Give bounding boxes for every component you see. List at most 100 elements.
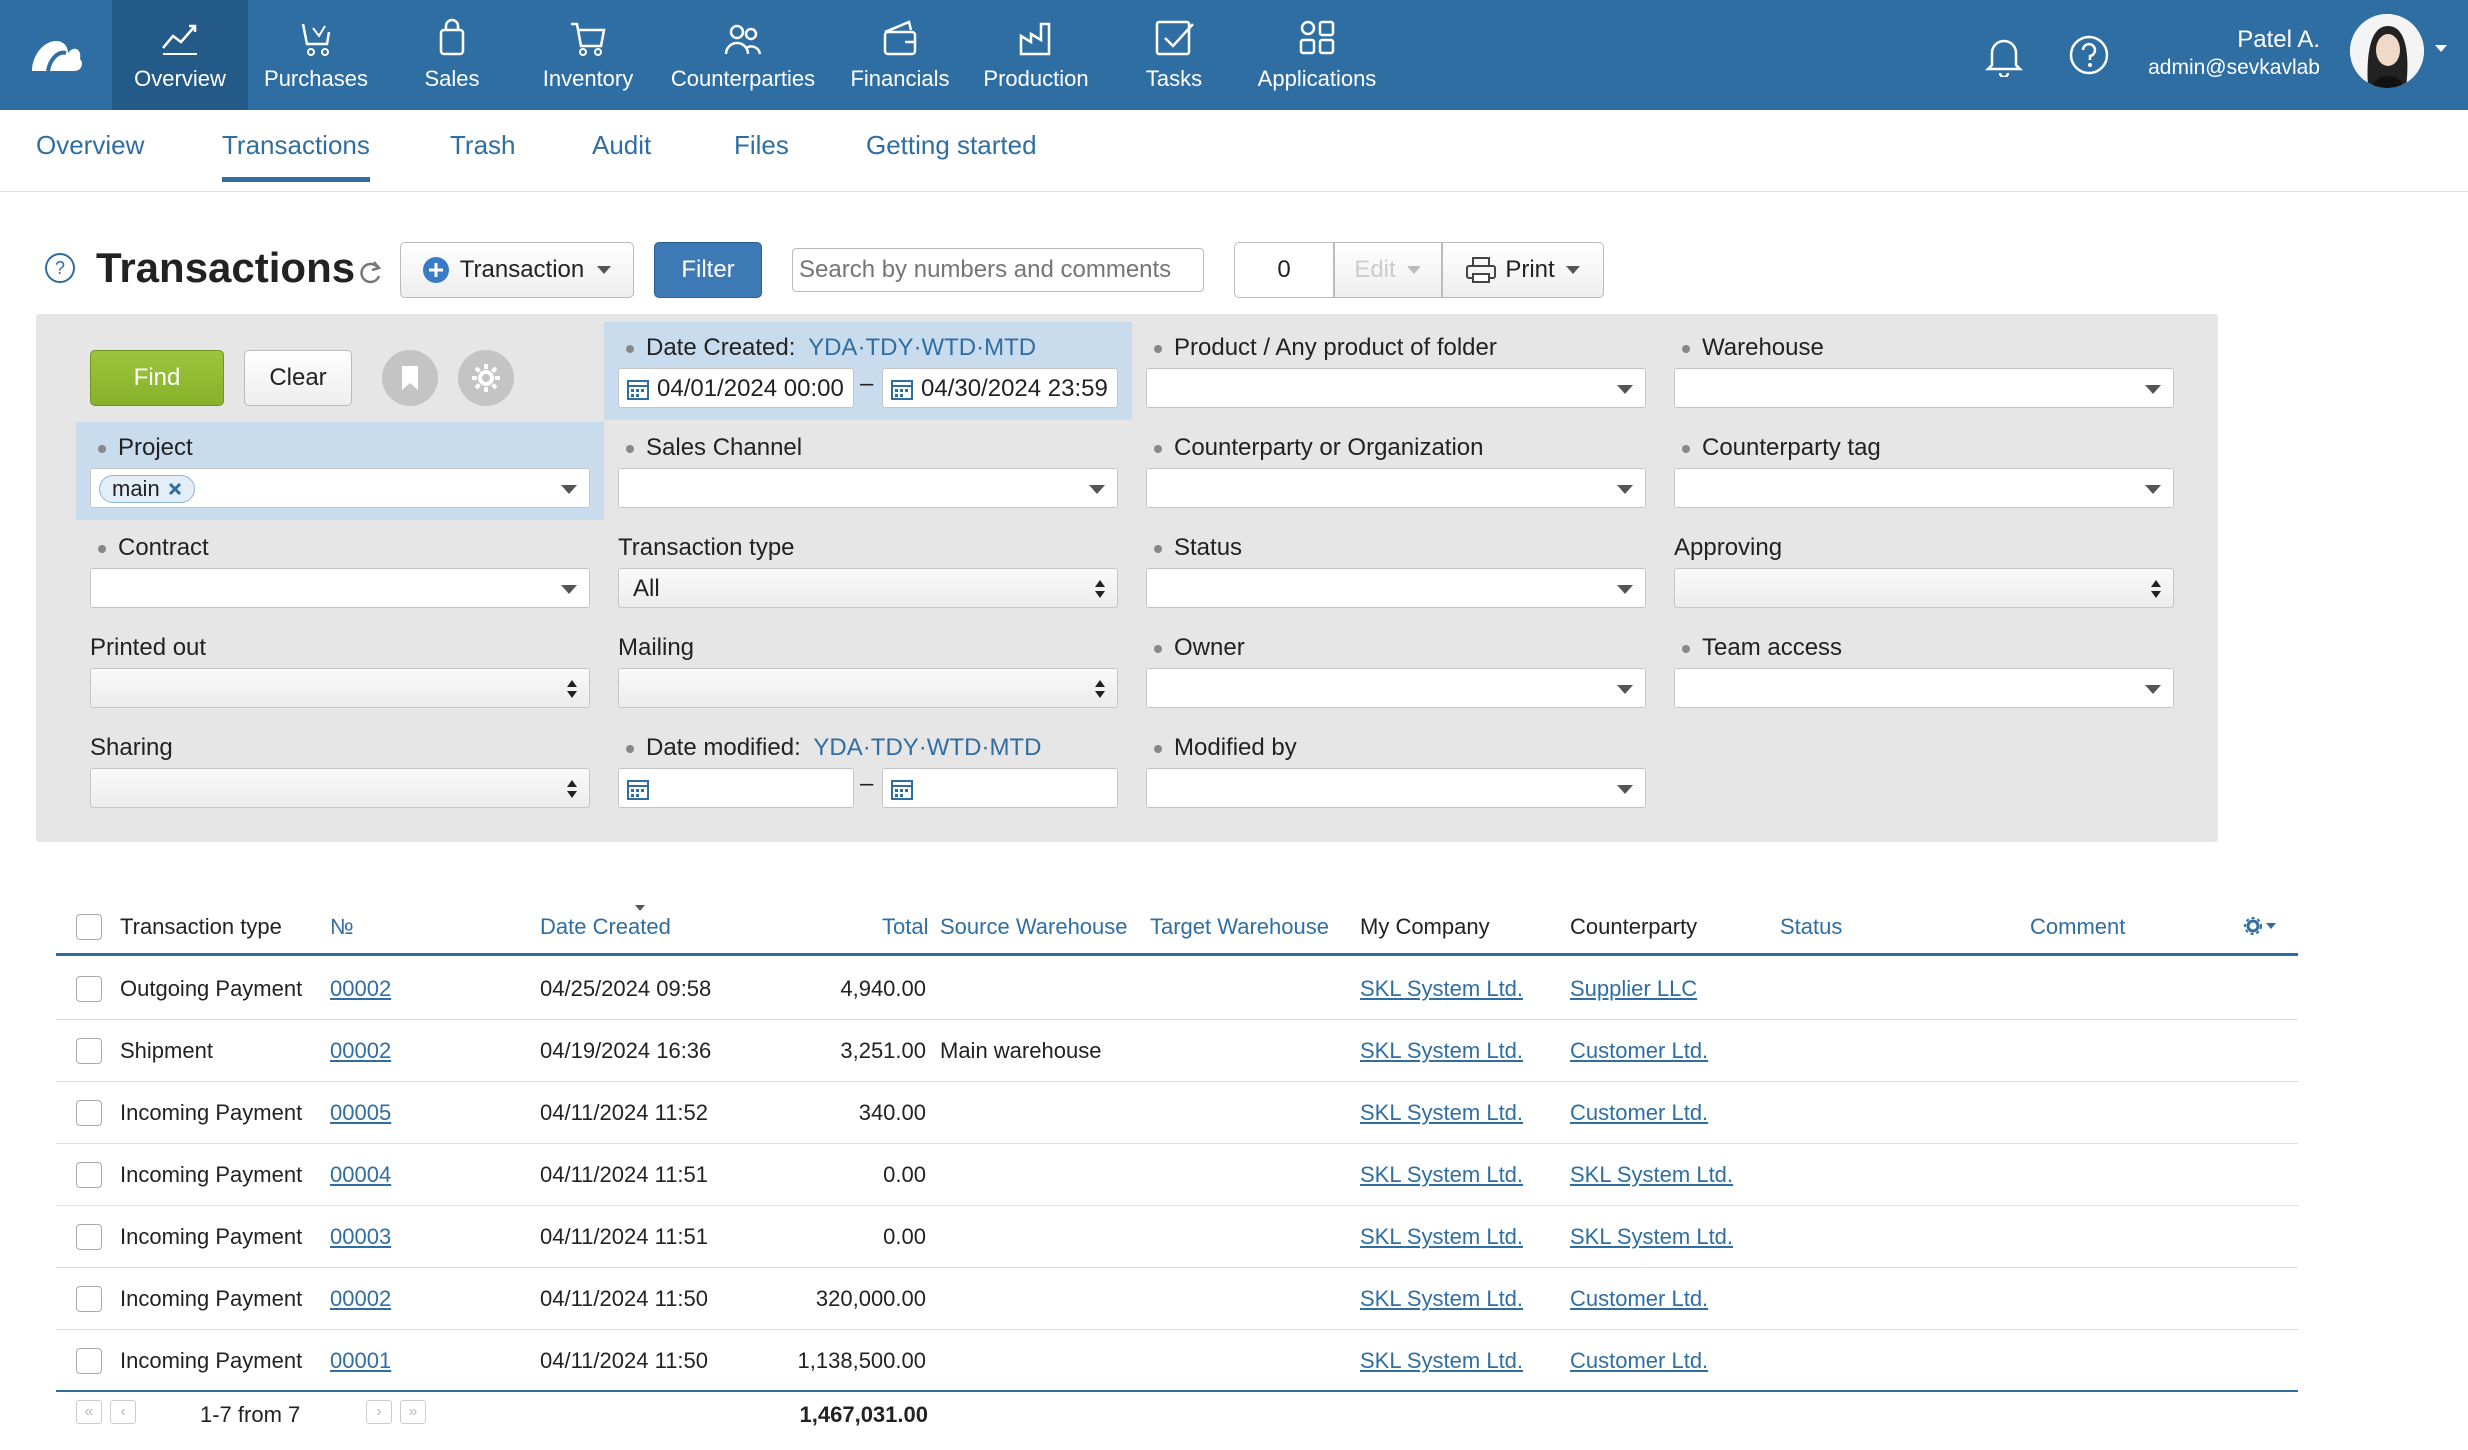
table-row[interactable]: Incoming Payment 00001 04/11/2024 11:50 … — [56, 1330, 2298, 1392]
quick-wtd[interactable]: WTD — [927, 734, 982, 761]
cell-number[interactable]: 00002 — [330, 1286, 391, 1312]
tab-getting-started[interactable]: Getting started — [866, 130, 1037, 177]
cell-number[interactable]: 00005 — [330, 1100, 391, 1126]
cell-counterparty[interactable]: Supplier LLC — [1570, 976, 1697, 1002]
cell-company[interactable]: SKL System Ltd. — [1360, 1038, 1523, 1064]
print-button[interactable]: Print — [1442, 242, 1604, 298]
owner-select[interactable] — [1146, 668, 1646, 708]
col-date-created[interactable]: Date Created — [540, 914, 671, 940]
quick-yda[interactable]: YDA — [813, 734, 862, 761]
nav-sales[interactable]: Sales — [400, 0, 504, 110]
team-access-select[interactable] — [1674, 668, 2174, 708]
chevron-down-icon[interactable] — [2434, 44, 2448, 54]
next-page-button[interactable]: › — [366, 1400, 392, 1424]
col-status[interactable]: Status — [1780, 914, 1842, 940]
cell-number[interactable]: 00002 — [330, 976, 391, 1002]
tab-transactions[interactable]: Transactions — [222, 130, 370, 182]
col-number[interactable]: № — [330, 914, 354, 940]
last-page-button[interactable]: » — [400, 1400, 426, 1424]
cell-number[interactable]: 00003 — [330, 1224, 391, 1250]
table-row[interactable]: Shipment 00002 04/19/2024 16:36 3,251.00… — [56, 1020, 2298, 1082]
find-button[interactable]: Find — [90, 350, 224, 406]
edit-button[interactable]: Edit — [1334, 242, 1442, 298]
select-all-checkbox[interactable] — [76, 914, 102, 940]
add-transaction-button[interactable]: Transaction — [400, 242, 634, 298]
row-checkbox[interactable] — [76, 1038, 102, 1064]
date-created-to[interactable]: 04/30/2024 23:59 — [882, 368, 1118, 408]
filter-settings-button[interactable] — [458, 350, 514, 406]
quick-mtd[interactable]: MTD — [984, 334, 1036, 361]
tab-audit[interactable]: Audit — [592, 130, 651, 177]
cell-number[interactable]: 00001 — [330, 1348, 391, 1374]
cell-counterparty[interactable]: SKL System Ltd. — [1570, 1162, 1733, 1188]
nav-counterparties[interactable]: Counterparties — [666, 0, 820, 110]
cell-number[interactable]: 00004 — [330, 1162, 391, 1188]
app-logo[interactable] — [0, 0, 112, 110]
col-total[interactable]: Total — [882, 914, 928, 940]
refresh-icon[interactable] — [356, 258, 384, 286]
clear-button[interactable]: Clear — [244, 350, 352, 406]
col-source-warehouse[interactable]: Source Warehouse — [940, 914, 1128, 940]
nav-inventory[interactable]: Inventory — [530, 0, 646, 110]
table-row[interactable]: Incoming Payment 00002 04/11/2024 11:50 … — [56, 1268, 2298, 1330]
printed-select[interactable] — [90, 668, 590, 708]
column-settings-icon[interactable] — [2244, 916, 2278, 936]
modified-by-select[interactable] — [1146, 768, 1646, 808]
quick-wtd[interactable]: WTD — [921, 334, 976, 361]
sales-channel-select[interactable] — [618, 468, 1118, 508]
col-comment[interactable]: Comment — [2030, 914, 2125, 940]
help-button[interactable] — [2068, 0, 2110, 110]
counterparty-tag-select[interactable] — [1674, 468, 2174, 508]
cell-counterparty[interactable]: Customer Ltd. — [1570, 1286, 1708, 1312]
row-checkbox[interactable] — [76, 1100, 102, 1126]
search-input[interactable] — [792, 248, 1204, 292]
counterparty-select[interactable] — [1146, 468, 1646, 508]
table-row[interactable]: Incoming Payment 00004 04/11/2024 11:51 … — [56, 1144, 2298, 1206]
date-modified-to[interactable] — [882, 768, 1118, 808]
cell-company[interactable]: SKL System Ltd. — [1360, 976, 1523, 1002]
quick-yda[interactable]: YDA — [808, 334, 857, 361]
avatar[interactable] — [2350, 14, 2424, 88]
cell-counterparty[interactable]: Customer Ltd. — [1570, 1100, 1708, 1126]
nav-overview[interactable]: Overview — [112, 0, 248, 110]
row-checkbox[interactable] — [76, 976, 102, 1002]
cell-counterparty[interactable]: SKL System Ltd. — [1570, 1224, 1733, 1250]
cell-number[interactable]: 00002 — [330, 1038, 391, 1064]
table-row[interactable]: Incoming Payment 00003 04/11/2024 11:51 … — [56, 1206, 2298, 1268]
cell-company[interactable]: SKL System Ltd. — [1360, 1100, 1523, 1126]
remove-tag-icon[interactable] — [168, 482, 182, 496]
quick-mtd[interactable]: MTD — [989, 734, 1041, 761]
tab-trash[interactable]: Trash — [450, 130, 516, 177]
row-checkbox[interactable] — [76, 1224, 102, 1250]
help-circle-icon[interactable]: ? — [44, 252, 76, 284]
bookmark-button[interactable] — [382, 350, 438, 406]
tab-files[interactable]: Files — [734, 130, 789, 177]
tab-overview[interactable]: Overview — [36, 130, 144, 177]
date-modified-from[interactable] — [618, 768, 854, 808]
status-select[interactable] — [1146, 568, 1646, 608]
cell-company[interactable]: SKL System Ltd. — [1360, 1286, 1523, 1312]
quick-tdy[interactable]: TDY — [865, 334, 913, 361]
transaction-type-select[interactable]: All — [618, 568, 1118, 608]
row-checkbox[interactable] — [76, 1286, 102, 1312]
sharing-select[interactable] — [90, 768, 590, 808]
contract-select[interactable] — [90, 568, 590, 608]
nav-tasks[interactable]: Tasks — [1124, 0, 1224, 110]
user-menu[interactable]: Patel A. admin@sevkavlab — [2140, 26, 2320, 80]
table-row[interactable]: Incoming Payment 00005 04/11/2024 11:52 … — [56, 1082, 2298, 1144]
prev-page-button[interactable]: ‹ — [110, 1400, 136, 1424]
quick-tdy[interactable]: TDY — [871, 734, 919, 761]
row-checkbox[interactable] — [76, 1348, 102, 1374]
cell-company[interactable]: SKL System Ltd. — [1360, 1224, 1523, 1250]
filter-button[interactable]: Filter — [654, 242, 762, 298]
warehouse-select[interactable] — [1674, 368, 2174, 408]
nav-production[interactable]: Production — [978, 0, 1094, 110]
product-select[interactable] — [1146, 368, 1646, 408]
approving-select[interactable] — [1674, 568, 2174, 608]
date-created-from[interactable]: 04/01/2024 00:00 — [618, 368, 854, 408]
first-page-button[interactable]: « — [76, 1400, 102, 1424]
notifications-button[interactable] — [1984, 0, 2024, 110]
row-checkbox[interactable] — [76, 1162, 102, 1188]
nav-applications[interactable]: Applications — [1252, 0, 1382, 110]
nav-purchases[interactable]: Purchases — [256, 0, 376, 110]
